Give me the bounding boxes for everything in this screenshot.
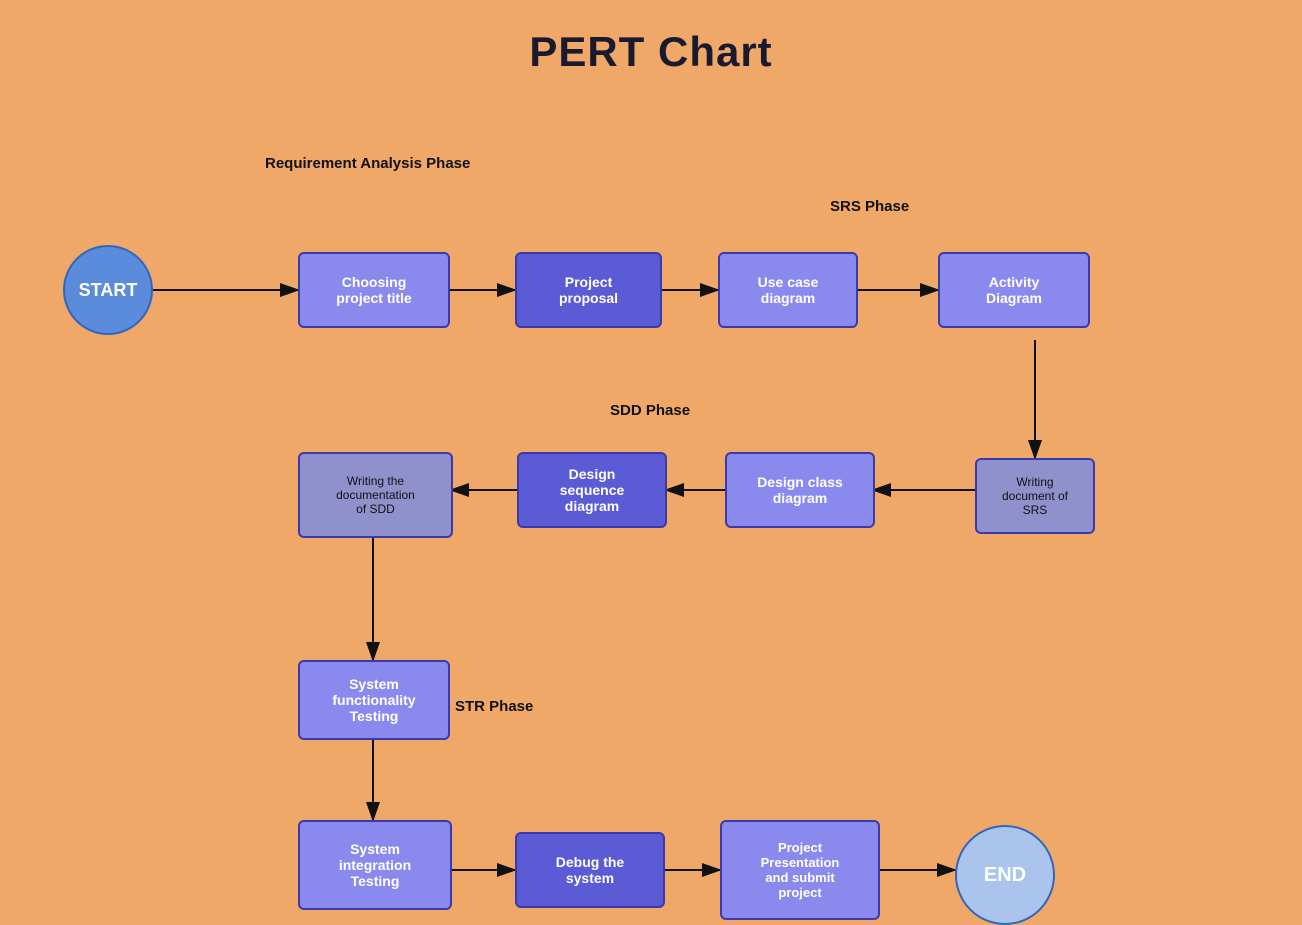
req-analysis-phase-label: Requirement Analysis Phase: [265, 155, 470, 172]
design-class-node: Design classdiagram: [725, 452, 875, 528]
usecase-node: Use casediagram: [718, 252, 858, 328]
choosing-node: Choosingproject title: [298, 252, 450, 328]
activity-node: ActivityDiagram: [938, 252, 1090, 328]
page-title: PERT Chart: [0, 0, 1302, 76]
proposal-node: Projectproposal: [515, 252, 662, 328]
end-node: END: [955, 825, 1055, 925]
pres-node: ProjectPresentationand submitproject: [720, 820, 880, 920]
start-node: START: [63, 245, 153, 335]
writing-sdd-node: Writing thedocumentationof SDD: [298, 452, 453, 538]
writing-srs-node: Writingdocument ofSRS: [975, 458, 1095, 534]
str-phase-label: STR Phase: [455, 698, 533, 715]
debug-node: Debug thesystem: [515, 832, 665, 908]
sys-func-node: SystemfunctionalityTesting: [298, 660, 450, 740]
srs-phase-label: SRS Phase: [830, 198, 909, 215]
sdd-phase-label: SDD Phase: [610, 402, 690, 419]
sys-int-node: SystemintegrationTesting: [298, 820, 452, 910]
design-seq-node: Designsequencediagram: [517, 452, 667, 528]
